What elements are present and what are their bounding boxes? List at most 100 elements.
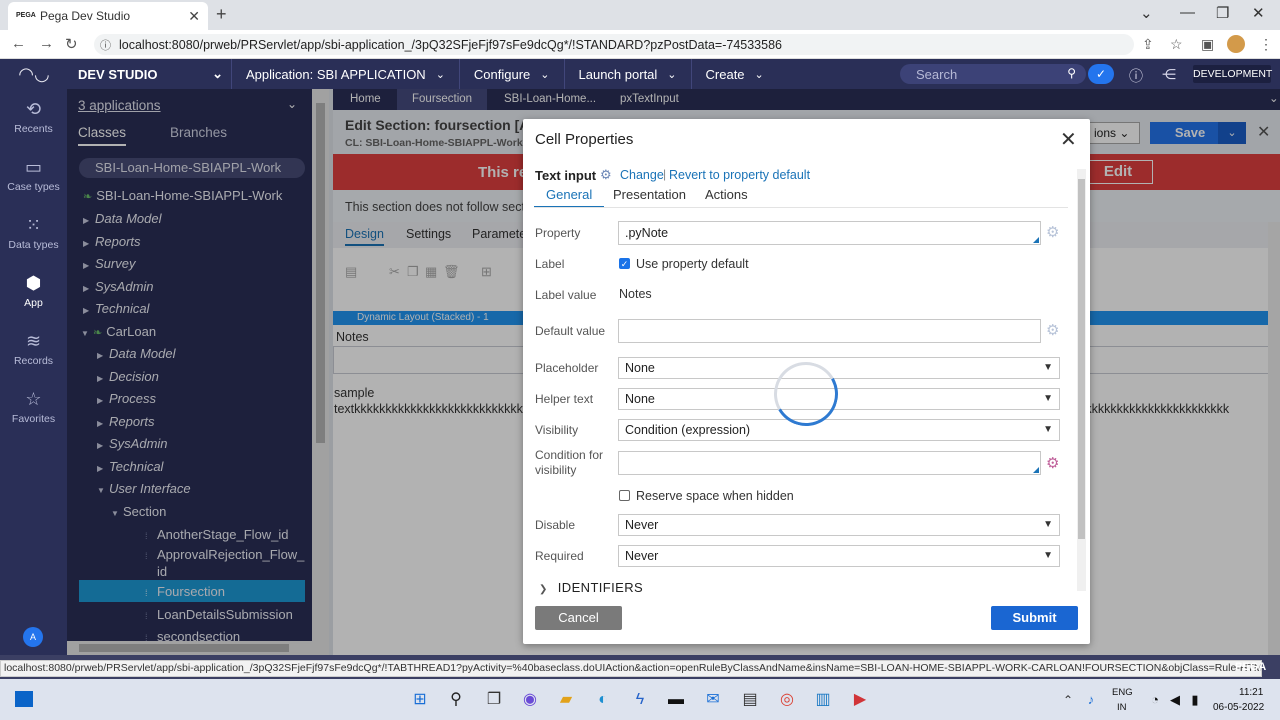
rail-app[interactable]: ⬢ App (0, 273, 67, 309)
default-value-gear-icon[interactable]: ⚙ (1046, 321, 1059, 339)
visibility-label: Visibility (535, 423, 579, 437)
browser-tab-strip: PEGA Pega Dev Studio ✕ + ⌄ — ❐ ✕ (0, 0, 1280, 30)
expression-builder-icon[interactable]: ⚙ (1046, 454, 1059, 472)
site-info-icon[interactable]: ⓘ (100, 37, 111, 53)
property-value: .pyNote (625, 226, 669, 240)
search-icon[interactable]: ⚲ (1067, 66, 1076, 80)
browser-tab-title: Pega Dev Studio (40, 9, 131, 23)
condition-label-line: Condition for (535, 448, 604, 462)
clock-time[interactable]: 11:21 (1239, 687, 1263, 698)
language-region: IN (1117, 702, 1127, 713)
configure-menu[interactable]: Configure ⌄ (460, 59, 565, 89)
case-types-icon: ▭ (24, 157, 42, 177)
bookmark-star-icon[interactable]: ☆ (1170, 36, 1183, 53)
cancel-button[interactable]: Cancel (535, 606, 622, 630)
mail-icon[interactable]: ✉ (703, 691, 723, 709)
gear-icon[interactable]: ⚙ (600, 167, 612, 183)
visibility-select[interactable]: Condition (expression) ▼ (618, 419, 1060, 441)
application-menu[interactable]: Application: SBI APPLICATION ⌄ (232, 59, 460, 89)
microphone-icon[interactable]: ♪ (1081, 691, 1101, 709)
share-hierarchy-icon[interactable]: ⋲ (1162, 66, 1176, 83)
placeholder-select[interactable]: None ▼ (618, 357, 1060, 379)
scroll-thumb[interactable] (1078, 179, 1085, 539)
property-gear-icon[interactable]: ⚙ (1046, 223, 1059, 241)
browser-menu-icon[interactable]: ⋮ (1259, 36, 1273, 53)
profile-avatar[interactable] (1227, 35, 1245, 53)
user-avatar[interactable]: A (23, 627, 43, 647)
store-icon[interactable]: ▤ (740, 691, 760, 709)
reserve-space-checkbox[interactable] (619, 490, 630, 501)
chrome-icon[interactable]: ◎ (777, 691, 797, 709)
search-input[interactable]: Search ⚲ (900, 64, 1086, 84)
app-icon[interactable]: ϟ (630, 691, 650, 709)
disable-select[interactable]: Never ▼ (618, 514, 1060, 536)
browser-tab[interactable]: PEGA Pega Dev Studio ✕ (8, 2, 208, 30)
rail-label: App (24, 297, 43, 309)
volume-icon[interactable]: ◀ (1165, 691, 1185, 709)
launch-portal-menu[interactable]: Launch portal ⌄ (565, 59, 692, 89)
tab-actions[interactable]: Actions (705, 187, 748, 202)
rail-records[interactable]: ≋ Records (0, 331, 67, 367)
close-icon[interactable]: ✕ (1060, 127, 1077, 152)
dialog-scrollbar[interactable] (1077, 169, 1086, 591)
battery-icon[interactable]: ▮ (1185, 691, 1205, 709)
disable-value: Never (625, 518, 659, 532)
restore-icon[interactable]: ❐ (1216, 4, 1229, 22)
use-default-checkbox[interactable]: ✓ (619, 258, 630, 269)
search-icon[interactable]: ⚲ (446, 691, 466, 709)
side-panel-icon[interactable]: ▣ (1201, 36, 1214, 53)
help-icon[interactable]: ⓘ (1129, 66, 1143, 86)
tab-search-chevron-icon[interactable]: ⌄ (1140, 4, 1153, 22)
video-icon[interactable]: ▶ (850, 691, 870, 709)
disable-label: Disable (535, 518, 576, 532)
back-icon[interactable]: ← (11, 35, 26, 52)
language-indicator[interactable]: ENG (1112, 687, 1133, 698)
minimize-icon[interactable]: — (1180, 4, 1195, 21)
required-select[interactable]: Never ▼ (618, 545, 1060, 567)
studio-switcher[interactable]: DEV STUDIO ⌄ (68, 59, 232, 89)
share-icon[interactable]: ⇪ (1142, 36, 1154, 53)
close-window-icon[interactable]: ✕ (1252, 4, 1265, 22)
windows-start-icon[interactable]: ⊞ (410, 691, 430, 709)
property-input[interactable]: .pyNote (618, 221, 1041, 245)
reload-icon[interactable]: ↻ (65, 35, 78, 53)
environment-badge: DEVELOPMENT (1193, 65, 1272, 83)
notepad-icon[interactable]: ▥ (813, 691, 833, 709)
search-submit-button[interactable]: ✓ (1088, 64, 1114, 84)
dialog-title: Cell Properties (535, 131, 634, 148)
rail-recents[interactable]: ⟲ Recents (0, 99, 67, 135)
tray-overflow-icon[interactable]: ⌃ (1058, 691, 1078, 709)
rail-favorites[interactable]: ☆ Favorites (0, 389, 67, 425)
close-tab-icon[interactable]: ✕ (188, 8, 200, 25)
terminal-icon[interactable]: ▬ (666, 691, 686, 709)
new-tab-icon[interactable]: + (216, 4, 227, 25)
rail-data-types[interactable]: ⁙ Data types (0, 215, 67, 251)
identifiers-section-toggle[interactable]: ❯ IDENTIFIERS (539, 580, 643, 595)
file-explorer-icon[interactable]: ▰ (556, 691, 576, 709)
wifi-icon[interactable]: ◔ (1145, 691, 1165, 709)
create-menu[interactable]: Create ⌄ (692, 59, 778, 89)
records-stack-icon: ≋ (25, 331, 42, 351)
chat-icon[interactable]: ◉ (520, 691, 540, 709)
tab-divider (534, 207, 1068, 208)
helper-text-select[interactable]: None ▼ (618, 388, 1060, 410)
url-field[interactable]: ⓘ localhost:8080/prweb/PRServlet/app/sbi… (94, 34, 1134, 55)
revert-to-default-link[interactable]: Revert to property default (669, 168, 810, 182)
rail-case-types[interactable]: ▭ Case types (0, 157, 67, 193)
chevron-down-icon: ▼ (1043, 424, 1053, 435)
tab-presentation[interactable]: Presentation (613, 187, 686, 202)
autocomplete-corner-icon (1033, 237, 1039, 243)
submit-button[interactable]: Submit (991, 606, 1078, 630)
history-icon: ⟲ (25, 99, 42, 119)
rail-label: Data types (8, 239, 59, 251)
task-view-icon[interactable]: ❐ (484, 691, 504, 709)
edge-icon[interactable]: ◐ (593, 691, 613, 709)
application-name: SBI APPLICATION (316, 66, 426, 82)
show-desktop-icon[interactable] (15, 691, 33, 707)
condition-input[interactable] (618, 451, 1041, 475)
tab-general[interactable]: General (534, 187, 605, 208)
change-link[interactable]: Change (620, 168, 664, 182)
forward-icon[interactable]: → (39, 35, 54, 52)
default-value-input[interactable] (618, 319, 1041, 343)
pega-logo-icon[interactable]: ◠◡ (0, 59, 68, 89)
